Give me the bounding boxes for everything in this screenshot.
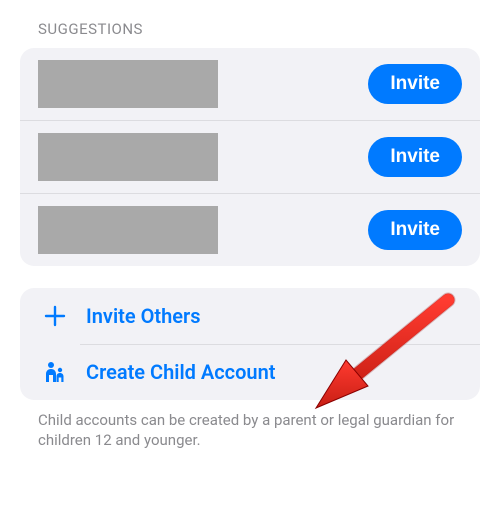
contact-placeholder: [38, 133, 218, 181]
suggestion-row: Invite: [20, 121, 480, 194]
invite-others-label: Invite Others: [86, 304, 201, 328]
create-child-account-row[interactable]: Create Child Account: [20, 344, 480, 400]
plus-icon: [38, 305, 72, 327]
suggestion-row: Invite: [20, 194, 480, 266]
create-child-account-label: Create Child Account: [86, 360, 275, 384]
section-header-suggestions: SUGGESTIONS: [38, 20, 480, 38]
invite-button[interactable]: Invite: [368, 64, 462, 104]
footer-help-text: Child accounts can be created by a paren…: [38, 410, 462, 451]
actions-card: Invite Others Create Child Account: [20, 288, 480, 400]
contact-placeholder: [38, 206, 218, 254]
family-icon: [38, 360, 72, 384]
suggestions-card: Invite Invite Invite: [20, 48, 480, 266]
contact-placeholder: [38, 60, 218, 108]
invite-button[interactable]: Invite: [368, 137, 462, 177]
invite-others-row[interactable]: Invite Others: [20, 288, 480, 344]
invite-button[interactable]: Invite: [368, 210, 462, 250]
suggestion-row: Invite: [20, 48, 480, 121]
